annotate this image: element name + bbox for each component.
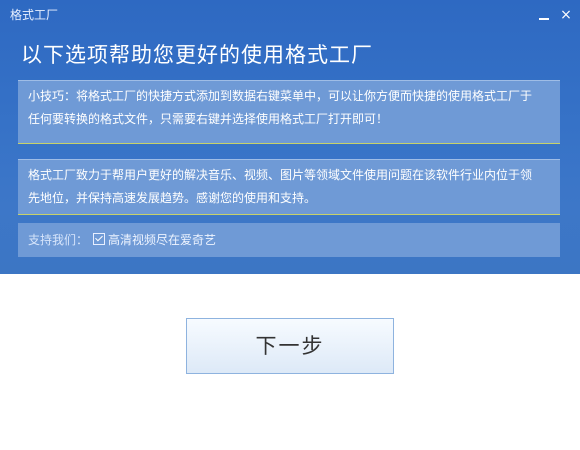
- close-button[interactable]: ×: [557, 7, 575, 23]
- tip-line-1: 小技巧：将格式工厂的快捷方式添加到数据右键菜单中，可以让你方便而快捷的使用格式工…: [28, 89, 533, 103]
- support-bar: 支持我们： 高清视频尽在爱奇艺: [18, 223, 560, 257]
- tip-line-2: 任何要转换的格式文件，只需要右键并选择使用格式工厂打开即可！: [28, 112, 389, 126]
- minimize-icon: [539, 18, 549, 20]
- about-line-2: 先地位，并保持高速发展趋势。感谢您的使用和支持。: [28, 191, 317, 205]
- about-panel: 格式工厂致力于帮用户更好的解决音乐、视频、图片等领域文件使用问题在该软件行业内位…: [18, 159, 560, 215]
- page-title: 以下选项帮助您更好的使用格式工厂: [21, 43, 373, 67]
- window-title: 格式工厂: [10, 8, 59, 22]
- tip-panel: 小技巧：将格式工厂的快捷方式添加到数据右键菜单中，可以让你方便而快捷的使用格式工…: [18, 80, 560, 144]
- support-label: 支持我们：: [28, 233, 89, 247]
- minimize-button[interactable]: [535, 7, 553, 23]
- next-button[interactable]: 下一步: [186, 318, 394, 374]
- iqiyi-checkbox[interactable]: [93, 232, 106, 245]
- title-bar: 格式工厂 ×: [0, 0, 580, 30]
- header-area: 格式工厂 × 以下选项帮助您更好的使用格式工厂 小技巧：将格式工厂的快捷方式添加…: [0, 0, 580, 274]
- about-line-1: 格式工厂致力于帮用户更好的解决音乐、视频、图片等领域文件使用问题在该软件行业内位…: [28, 168, 533, 182]
- installer-dialog: 格式工厂 × 以下选项帮助您更好的使用格式工厂 小技巧：将格式工厂的快捷方式添加…: [0, 0, 580, 450]
- iqiyi-option-label[interactable]: 高清视频尽在爱奇艺: [108, 231, 216, 248]
